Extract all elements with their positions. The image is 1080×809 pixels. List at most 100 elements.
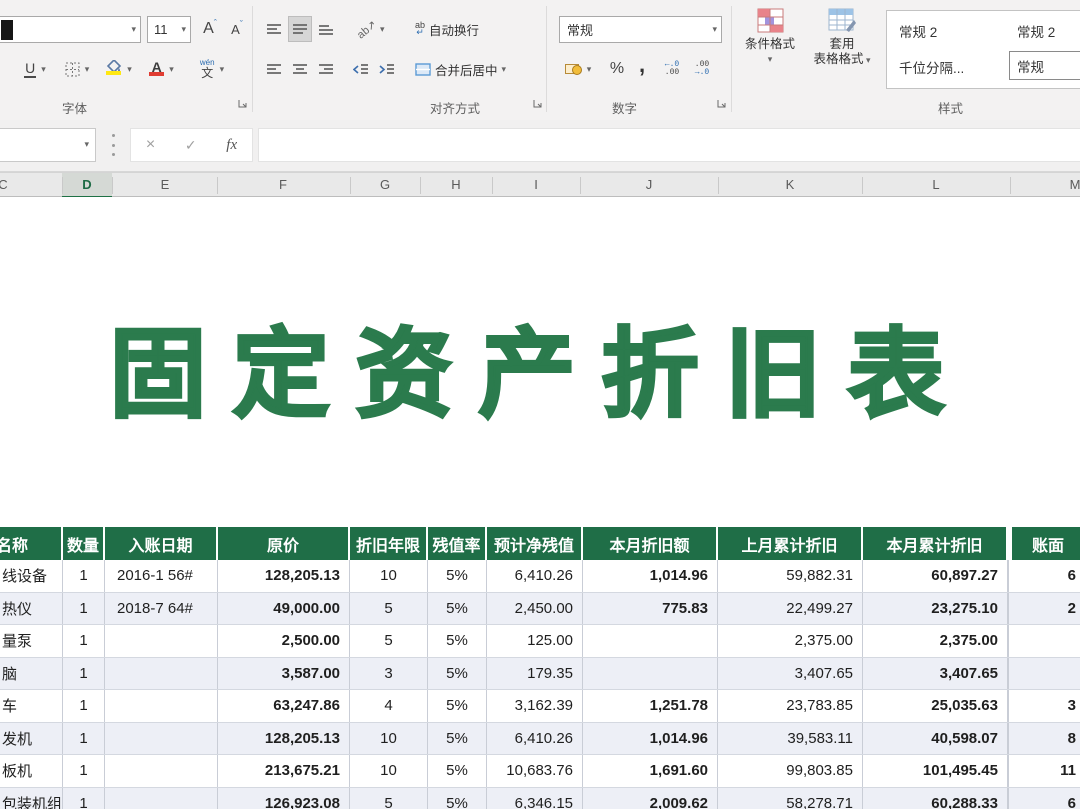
cell-years[interactable]: 5 [350, 593, 428, 625]
increase-font-size-button[interactable]: A ˆ [197, 16, 223, 42]
chevron-down-icon[interactable]: ▾ [131, 24, 140, 35]
cell-years[interactable]: 10 [350, 723, 428, 755]
cell-qty[interactable]: 1 [63, 788, 105, 809]
column-boundary[interactable] [862, 177, 863, 194]
column-boundary[interactable] [1010, 177, 1011, 194]
cell-residual[interactable]: 2,450.00 [487, 593, 583, 625]
table-header-cell[interactable]: 本月折旧额 [583, 527, 718, 560]
formula-bar-resize-handle[interactable] [112, 134, 115, 156]
cell-rate[interactable]: 5% [428, 625, 487, 657]
enter-icon[interactable]: ✓ [185, 137, 197, 154]
chevron-down-icon[interactable]: ▾ [181, 24, 190, 35]
cell-cost[interactable]: 128,205.13 [218, 560, 350, 592]
chevron-down-icon[interactable]: ▾ [712, 24, 721, 35]
cell-date[interactable] [105, 788, 218, 809]
name-box[interactable]: ▾ [0, 128, 96, 162]
cell-book[interactable]: 2 [1008, 593, 1080, 625]
cell-name[interactable]: 热仪 [0, 593, 63, 625]
style-item[interactable]: 常规 2 [899, 21, 937, 41]
cell-book[interactable]: 6 [1008, 560, 1080, 592]
cell-residual[interactable]: 6,346.15 [487, 788, 583, 809]
cell-name[interactable]: 线设备 [0, 560, 63, 592]
number-format-combobox[interactable]: 常规 ▾ [559, 16, 722, 43]
increase-indent-button[interactable] [375, 56, 399, 82]
cell-book[interactable] [1008, 658, 1080, 690]
cell-book[interactable] [1008, 625, 1080, 657]
align-left-button[interactable] [262, 56, 286, 82]
chevron-down-icon[interactable]: ▾ [127, 64, 132, 75]
cell-date[interactable] [105, 658, 218, 690]
cell-prev_acc[interactable]: 22,499.27 [718, 593, 863, 625]
cell-qty[interactable]: 1 [63, 690, 105, 722]
cell-name[interactable]: 脑 [0, 658, 63, 690]
borders-button[interactable]: ▾ [58, 56, 96, 82]
column-boundary[interactable] [718, 177, 719, 194]
cell-prev_acc[interactable]: 23,783.85 [718, 690, 863, 722]
cell-name[interactable]: 车 [0, 690, 63, 722]
chevron-down-icon[interactable]: ▾ [502, 64, 507, 75]
cell-month_dep[interactable]: 1,014.96 [583, 723, 718, 755]
chevron-down-icon[interactable]: ▾ [85, 64, 90, 75]
cell-name[interactable]: 包装机组 [0, 788, 63, 809]
column-header-E[interactable]: E [161, 177, 170, 192]
cell-month_dep[interactable]: 1,014.96 [583, 560, 718, 592]
cell-rate[interactable]: 5% [428, 755, 487, 787]
underline-button[interactable]: U ▾ [16, 56, 54, 82]
cell-years[interactable]: 5 [350, 625, 428, 657]
column-header-C[interactable]: C [0, 177, 8, 192]
cell-cur_acc[interactable]: 3,407.65 [863, 658, 1008, 690]
cell-residual[interactable]: 179.35 [487, 658, 583, 690]
cell-rate[interactable]: 5% [428, 723, 487, 755]
conditional-formatting-button[interactable]: 条件格式 ▾ [737, 8, 803, 65]
font-color-button[interactable]: A ▾ [142, 56, 180, 82]
cell-month_dep[interactable]: 775.83 [583, 593, 718, 625]
column-boundary[interactable] [217, 177, 218, 194]
cell-date[interactable] [105, 690, 218, 722]
chevron-down-icon[interactable]: ▾ [41, 64, 46, 75]
alignment-dialog-launcher-icon[interactable] [532, 98, 543, 109]
chevron-down-icon[interactable]: ▾ [587, 64, 592, 75]
table-header-cell[interactable]: 账面 [1008, 527, 1080, 560]
column-boundary[interactable] [580, 177, 581, 194]
cell-cur_acc[interactable]: 2,375.00 [863, 625, 1008, 657]
cell-cur_acc[interactable]: 40,598.07 [863, 723, 1008, 755]
cell-cur_acc[interactable]: 101,495.45 [863, 755, 1008, 787]
wrap-text-button[interactable]: ab↵ 自动换行 [415, 16, 519, 42]
cell-residual[interactable]: 10,683.76 [487, 755, 583, 787]
table-header-cell[interactable]: 入账日期 [105, 527, 218, 560]
cell-name[interactable]: 板机 [0, 755, 63, 787]
column-boundary[interactable] [62, 177, 63, 194]
cell-date[interactable]: 2018-7 64# [105, 593, 218, 625]
column-boundary[interactable] [350, 177, 351, 194]
cell-residual[interactable]: 3,162.39 [487, 690, 583, 722]
cell-rate[interactable]: 5% [428, 658, 487, 690]
column-header-L[interactable]: L [932, 177, 939, 192]
font-name-combobox[interactable]: ▾ [0, 16, 141, 43]
number-dialog-launcher-icon[interactable] [716, 98, 727, 109]
cell-cost[interactable]: 3,587.00 [218, 658, 350, 690]
comma-style-button[interactable]: , [632, 52, 652, 78]
insert-function-icon[interactable]: fx [226, 137, 237, 154]
cell-cost[interactable]: 2,500.00 [218, 625, 350, 657]
decrease-decimal-button[interactable]: .00→.0 [688, 56, 716, 82]
cell-residual[interactable]: 6,410.26 [487, 723, 583, 755]
cell-qty[interactable]: 1 [63, 658, 105, 690]
cell-residual[interactable]: 6,410.26 [487, 560, 583, 592]
table-header-cell[interactable]: 名称 [0, 527, 63, 560]
font-dialog-launcher-icon[interactable] [237, 98, 248, 109]
decrease-font-size-button[interactable]: A ˇ [225, 16, 249, 42]
fill-color-button[interactable]: ▾ [100, 56, 138, 82]
cell-cur_acc[interactable]: 60,897.27 [863, 560, 1008, 592]
cell-name[interactable]: 量泵 [0, 625, 63, 657]
cell-month_dep[interactable]: 1,251.78 [583, 690, 718, 722]
cell-prev_acc[interactable]: 59,882.31 [718, 560, 863, 592]
cell-rate[interactable]: 5% [428, 788, 487, 809]
cell-years[interactable]: 4 [350, 690, 428, 722]
cancel-icon[interactable]: × [146, 136, 155, 154]
chevron-down-icon[interactable]: ▾ [380, 24, 385, 35]
cell-month_dep[interactable] [583, 658, 718, 690]
column-header-K[interactable]: K [786, 177, 795, 192]
cell-years[interactable]: 10 [350, 560, 428, 592]
cell-qty[interactable]: 1 [63, 755, 105, 787]
column-header-D[interactable]: D [82, 177, 91, 192]
